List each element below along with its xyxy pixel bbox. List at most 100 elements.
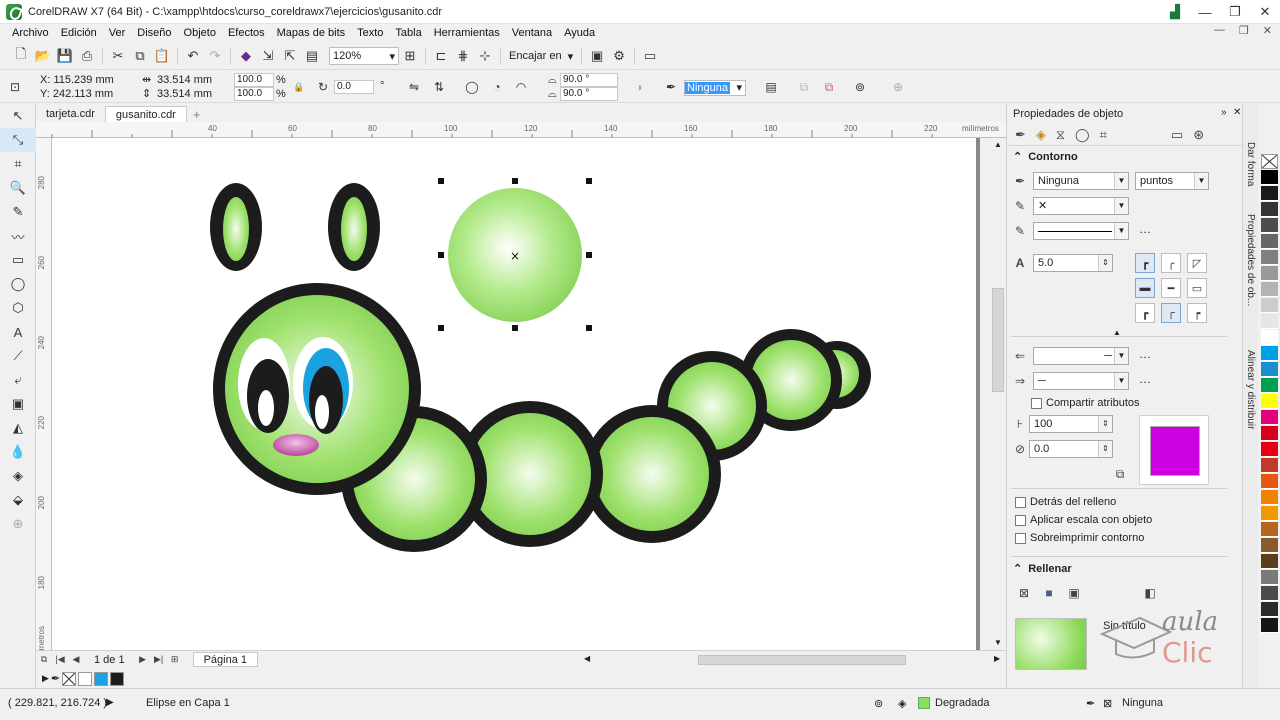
options-icon[interactable]: ⚙ [608,45,630,67]
eyedropper-tool-icon[interactable]: 💧 [0,440,36,464]
palette-swatch[interactable] [1261,554,1278,569]
snap-to-dropdown[interactable]: Encajar en ▾ [505,50,577,63]
palette-swatch[interactable] [1261,218,1278,233]
no-fill-icon[interactable]: ⊠ [1015,584,1033,602]
doc-minimize-button[interactable]: — [1214,24,1225,37]
segment-5[interactable] [595,417,709,531]
uniform-fill-icon[interactable]: ■ [1040,584,1058,602]
menu-mapas-de-bits[interactable]: Mapas de bits [271,27,351,39]
palette-menu-icon[interactable]: ▶ [42,673,49,684]
vertical-scroll-thumb[interactable] [992,288,1004,392]
no-color-swatch[interactable] [62,671,77,686]
palette-swatch[interactable] [1261,186,1278,201]
menu-ver[interactable]: Ver [103,27,132,39]
mirror-horizontal-icon[interactable]: ⇋ [405,78,423,96]
connector-tool-icon[interactable]: ⤶ [0,368,36,392]
menu-efectos[interactable]: Efectos [222,27,271,39]
show-guides-icon[interactable]: ⊹ [474,45,496,67]
share-attributes-checkbox[interactable]: Compartir atributos [1031,397,1140,409]
welcome-screen-icon[interactable]: ▣ [586,45,608,67]
nib-shape-icon[interactable]: ⧉ [1111,465,1129,483]
add-page-icon[interactable]: ⊞ [167,654,183,665]
antenna-left[interactable] [210,183,262,271]
white-swatch[interactable] [78,671,93,686]
width-field[interactable]: 33.514 mm [157,73,212,87]
palette-swatch[interactable] [1261,394,1278,409]
zoom-level-combo[interactable]: 120% ▾ [329,47,399,65]
side-tab-align-distribute[interactable]: Alinear y distribuir [1245,350,1256,429]
side-tab-object-properties[interactable]: Propiedades de ob... [1245,214,1256,306]
close-button[interactable]: ✕ [1250,0,1280,24]
doc-restore-button[interactable]: ❐ [1239,24,1249,37]
minimize-button[interactable]: — [1190,0,1220,24]
ellipse-icon[interactable]: ◯ [463,78,481,96]
outline-color-combo[interactable]: ✕ ▼ [1033,197,1129,215]
show-grid-icon[interactable]: ⋕ [452,45,474,67]
miter-corner-button[interactable]: ┏ [1135,253,1155,273]
center-position-button[interactable]: ┌ [1161,303,1181,323]
palette-swatch[interactable] [1261,250,1278,265]
drawing-canvas[interactable]: × [52,138,990,650]
add-icon[interactable]: ⊕ [889,78,907,96]
menu-diseno[interactable]: Diseño [131,27,177,39]
menu-ayuda[interactable]: Ayuda [558,27,601,39]
corel-connect-icon[interactable]: ◆ [235,45,257,67]
pick-tool-icon[interactable]: ↖ [0,104,36,128]
palette-eyedropper-icon[interactable]: ✒ [51,672,60,685]
show-rulers-icon[interactable]: ⊏ [430,45,452,67]
full-screen-icon[interactable]: ⊞ [399,45,421,67]
palette-swatch[interactable] [1261,618,1278,633]
scroll-down-icon[interactable]: ▼ [994,638,1002,647]
outside-position-button[interactable]: ┏ [1135,303,1155,323]
y-position[interactable]: Y: 242.113 mm [40,87,113,101]
new-tab-button[interactable]: + [187,107,207,122]
inside-position-button[interactable]: ┍ [1187,303,1207,323]
text-tool-icon[interactable]: A [0,320,36,344]
to-front-icon[interactable]: ⧉ [795,78,813,96]
scroll-up-icon[interactable]: ▲ [994,140,1002,149]
end-arrow-more-icon[interactable]: … [1139,372,1151,386]
palette-swatch[interactable] [1261,346,1278,361]
scroll-right-icon[interactable]: ▶ [994,654,1000,663]
tab-gusanito[interactable]: gusanito.cdr [104,106,187,122]
palette-swatch[interactable] [1261,522,1278,537]
palette-swatch[interactable] [1261,234,1278,249]
vertical-scrollbar[interactable]: ▲ ▼ [990,138,1006,650]
menu-tabla[interactable]: Tabla [389,27,427,39]
copy-icon[interactable]: ⧉ [129,45,151,67]
publish-pdf-icon[interactable]: ▤ [301,45,323,67]
antenna-right[interactable] [328,183,380,271]
transparency-tab-icon[interactable]: ⧖ [1056,127,1065,143]
export-icon[interactable]: ⇱ [279,45,301,67]
freehand-tool-icon[interactable]: ✎ [0,200,36,224]
cut-icon[interactable]: ✂ [107,45,129,67]
interactive-fill-icon[interactable]: ◈ [0,464,36,488]
last-page-icon[interactable]: ▶| [151,654,167,665]
docker-collapse-icon[interactable]: » [1221,107,1227,118]
start-arrow-more-icon[interactable]: … [1139,347,1151,361]
end-angle-field[interactable]: 90.0 ° [560,87,618,101]
scroll-left-icon[interactable]: ◀ [584,654,590,663]
segment-4[interactable] [469,413,591,535]
outline-tab-icon[interactable]: ✒ [1015,127,1026,143]
redo-icon[interactable]: ↷ [204,45,226,67]
page-tab[interactable]: Página 1 [192,652,259,667]
palette-swatch[interactable] [1261,602,1278,617]
palette-swatch[interactable] [1261,410,1278,425]
scale-with-object-checkbox[interactable]: Aplicar escala con objeto [1015,514,1152,526]
caterpillar-head[interactable] [213,283,421,495]
menu-texto[interactable]: Texto [351,27,389,39]
scale-x-field[interactable]: 100.0 [234,73,274,87]
menu-archivo[interactable]: Archivo [0,27,55,39]
horizontal-ruler[interactable]: 40 60 80 100 120 140 160 180 200 220 mil… [36,122,1006,138]
lock-ratio-icon[interactable]: 🔒 [290,78,308,96]
effects-tab-icon[interactable]: ⊛ [1193,127,1204,143]
outline-section-header[interactable]: ⌃ Contorno [1013,150,1078,164]
no-color-palette-swatch[interactable] [1261,154,1278,169]
change-direction-icon[interactable]: ◑ [630,78,648,96]
palette-swatch[interactable] [1261,314,1278,329]
ellipse-tool-icon[interactable]: ◯ [0,272,36,296]
cyan-swatch[interactable] [94,671,109,686]
scale-y-field[interactable]: 100.0 [234,87,274,101]
palette-swatch[interactable] [1261,170,1278,185]
